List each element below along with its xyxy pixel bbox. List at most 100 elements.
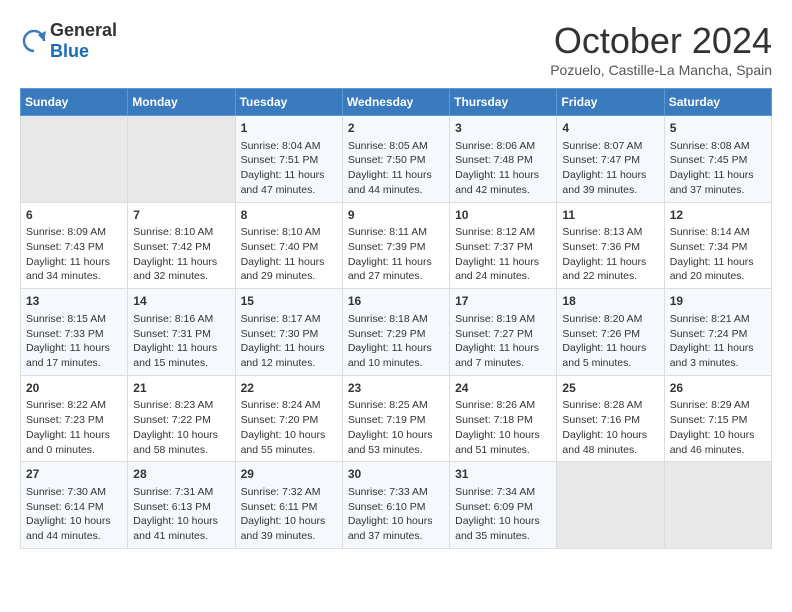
cell-content: Sunset: 7:30 PM [241, 327, 337, 342]
cell-content: Daylight: 10 hours and 44 minutes. [26, 514, 122, 543]
day-header-sunday: Sunday [21, 89, 128, 116]
cell-content: Daylight: 11 hours and 22 minutes. [562, 255, 658, 284]
cell-content: Daylight: 11 hours and 37 minutes. [670, 168, 766, 197]
cell-content: Sunrise: 8:29 AM [670, 398, 766, 413]
calendar-cell: 6Sunrise: 8:09 AMSunset: 7:43 PMDaylight… [21, 202, 128, 289]
cell-content: Sunrise: 8:13 AM [562, 225, 658, 240]
calendar-cell: 25Sunrise: 8:28 AMSunset: 7:16 PMDayligh… [557, 375, 664, 462]
cell-content: Sunset: 6:13 PM [133, 500, 229, 515]
day-header-friday: Friday [557, 89, 664, 116]
calendar-cell [128, 116, 235, 203]
calendar-week-row: 6Sunrise: 8:09 AMSunset: 7:43 PMDaylight… [21, 202, 772, 289]
calendar-week-row: 27Sunrise: 7:30 AMSunset: 6:14 PMDayligh… [21, 462, 772, 549]
day-number: 24 [455, 380, 551, 397]
cell-content: Sunset: 7:22 PM [133, 413, 229, 428]
day-number: 9 [348, 207, 444, 224]
day-number: 4 [562, 120, 658, 137]
calendar-cell: 24Sunrise: 8:26 AMSunset: 7:18 PMDayligh… [450, 375, 557, 462]
cell-content: Sunrise: 7:31 AM [133, 485, 229, 500]
cell-content: Sunset: 7:33 PM [26, 327, 122, 342]
cell-content: Sunset: 7:31 PM [133, 327, 229, 342]
cell-content: Daylight: 11 hours and 17 minutes. [26, 341, 122, 370]
calendar-cell: 29Sunrise: 7:32 AMSunset: 6:11 PMDayligh… [235, 462, 342, 549]
calendar-cell: 1Sunrise: 8:04 AMSunset: 7:51 PMDaylight… [235, 116, 342, 203]
page-header: General Blue October 2024 Pozuelo, Casti… [20, 20, 772, 78]
calendar-cell: 14Sunrise: 8:16 AMSunset: 7:31 PMDayligh… [128, 289, 235, 376]
cell-content: Daylight: 11 hours and 34 minutes. [26, 255, 122, 284]
day-number: 15 [241, 293, 337, 310]
day-number: 2 [348, 120, 444, 137]
day-header-monday: Monday [128, 89, 235, 116]
calendar-cell: 7Sunrise: 8:10 AMSunset: 7:42 PMDaylight… [128, 202, 235, 289]
cell-content: Daylight: 11 hours and 0 minutes. [26, 428, 122, 457]
cell-content: Sunset: 7:34 PM [670, 240, 766, 255]
day-number: 6 [26, 207, 122, 224]
cell-content: Sunrise: 8:28 AM [562, 398, 658, 413]
cell-content: Daylight: 11 hours and 24 minutes. [455, 255, 551, 284]
cell-content: Sunset: 6:10 PM [348, 500, 444, 515]
cell-content: Sunset: 7:51 PM [241, 153, 337, 168]
cell-content: Sunset: 7:47 PM [562, 153, 658, 168]
cell-content: Sunset: 7:45 PM [670, 153, 766, 168]
cell-content: Daylight: 10 hours and 55 minutes. [241, 428, 337, 457]
cell-content: Sunset: 6:14 PM [26, 500, 122, 515]
cell-content: Daylight: 11 hours and 12 minutes. [241, 341, 337, 370]
calendar-cell: 13 Sunrise: 8:15 AMSunset: 7:33 PMDayligh… [21, 289, 128, 376]
calendar-week-row: 20Sunrise: 8:22 AMSunset: 7:23 PMDayligh… [21, 375, 772, 462]
cell-content: Sunrise: 8:24 AM [241, 398, 337, 413]
cell-content: Sunrise: 8:20 AM [562, 312, 658, 327]
cell-content: Sunset: 7:19 PM [348, 413, 444, 428]
calendar-cell: 15Sunrise: 8:17 AMSunset: 7:30 PMDayligh… [235, 289, 342, 376]
cell-content: Daylight: 10 hours and 37 minutes. [348, 514, 444, 543]
calendar-cell: 9Sunrise: 8:11 AMSunset: 7:39 PMDaylight… [342, 202, 449, 289]
cell-content: Daylight: 10 hours and 53 minutes. [348, 428, 444, 457]
day-number: 11 [562, 207, 658, 224]
day-number: 13 [26, 293, 122, 310]
cell-content: Daylight: 11 hours and 39 minutes. [562, 168, 658, 197]
cell-content: Sunrise: 7:30 AM [26, 485, 122, 500]
cell-content: Daylight: 11 hours and 27 minutes. [348, 255, 444, 284]
cell-content: Sunrise: 8:06 AM [455, 139, 551, 154]
day-number: 17 [455, 293, 551, 310]
cell-content: Sunrise: 7:33 AM [348, 485, 444, 500]
cell-content: Sunrise: 8:10 AM [133, 225, 229, 240]
cell-content: Daylight: 11 hours and 15 minutes. [133, 341, 229, 370]
day-number: 8 [241, 207, 337, 224]
calendar-week-row: 13Sunrise: 8:15 AMSunset: 7:33 PMDayligh… [21, 289, 772, 376]
cell-content: Sunrise: 8:12 AM [455, 225, 551, 240]
cell-content: Sunrise: 7:32 AM [241, 485, 337, 500]
cell-content: Sunset: 7:40 PM [241, 240, 337, 255]
day-number: 30 [348, 466, 444, 483]
calendar-cell: 20Sunrise: 8:22 AMSunset: 7:23 PMDayligh… [21, 375, 128, 462]
cell-content: Sunset: 7:23 PM [26, 413, 122, 428]
calendar-cell: 22Sunrise: 8:24 AMSunset: 7:20 PMDayligh… [235, 375, 342, 462]
cell-content: Daylight: 11 hours and 32 minutes. [133, 255, 229, 284]
cell-content: Sunrise: 8:08 AM [670, 139, 766, 154]
cell-content: Sunset: 7:27 PM [455, 327, 551, 342]
calendar-cell: 10Sunrise: 8:12 AMSunset: 7:37 PMDayligh… [450, 202, 557, 289]
cell-content: Daylight: 10 hours and 39 minutes. [241, 514, 337, 543]
cell-content: Sunrise: 8:07 AM [562, 139, 658, 154]
cell-content: Daylight: 11 hours and 20 minutes. [670, 255, 766, 284]
calendar-cell: 18Sunrise: 8:20 AMSunset: 7:26 PMDayligh… [557, 289, 664, 376]
cell-content: Sunset: 7:39 PM [348, 240, 444, 255]
logo-text-general: General [50, 20, 117, 40]
day-number: 27 [26, 466, 122, 483]
cell-content: Sunset: 7:16 PM [562, 413, 658, 428]
calendar-cell: 5Sunrise: 8:08 AMSunset: 7:45 PMDaylight… [664, 116, 771, 203]
cell-content: Sunrise: 8:11 AM [348, 225, 444, 240]
cell-content: Sunrise: 8:05 AM [348, 139, 444, 154]
cell-content: Daylight: 10 hours and 58 minutes. [133, 428, 229, 457]
calendar-cell [557, 462, 664, 549]
cell-content: Sunrise: 8:15 AM [26, 312, 122, 327]
cell-content: Sunrise: 8:16 AM [133, 312, 229, 327]
cell-content: Daylight: 11 hours and 42 minutes. [455, 168, 551, 197]
day-number: 22 [241, 380, 337, 397]
cell-content: Sunrise: 8:23 AM [133, 398, 229, 413]
cell-content: Daylight: 10 hours and 41 minutes. [133, 514, 229, 543]
calendar-header-row: SundayMondayTuesdayWednesdayThursdayFrid… [21, 89, 772, 116]
calendar-cell: 3Sunrise: 8:06 AMSunset: 7:48 PMDaylight… [450, 116, 557, 203]
cell-content: Sunset: 7:15 PM [670, 413, 766, 428]
calendar-cell: 23Sunrise: 8:25 AMSunset: 7:19 PMDayligh… [342, 375, 449, 462]
cell-content: Daylight: 11 hours and 44 minutes. [348, 168, 444, 197]
